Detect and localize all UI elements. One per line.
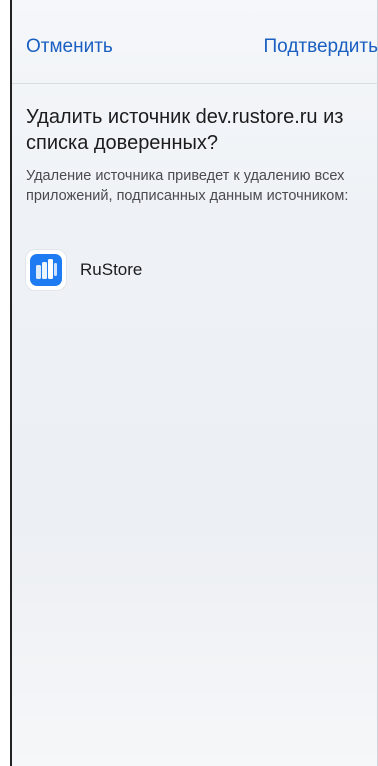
confirm-button[interactable]: Подтвердить bbox=[264, 36, 378, 58]
rustore-logo-icon bbox=[26, 250, 66, 290]
app-name: RuStore bbox=[80, 260, 143, 279]
dialog-title: Удалить источник dev.rustore.ru из списк… bbox=[26, 106, 344, 154]
dialog-description: Удаление источника приведет к удалению в… bbox=[26, 168, 349, 204]
cancel-button[interactable]: Отменить bbox=[26, 36, 113, 58]
list-item: RuStore bbox=[26, 250, 142, 290]
screen: Отменить Подтвердить Удалить источник de… bbox=[10, 0, 378, 766]
top-bar: Отменить Подтвердить bbox=[12, 0, 378, 84]
